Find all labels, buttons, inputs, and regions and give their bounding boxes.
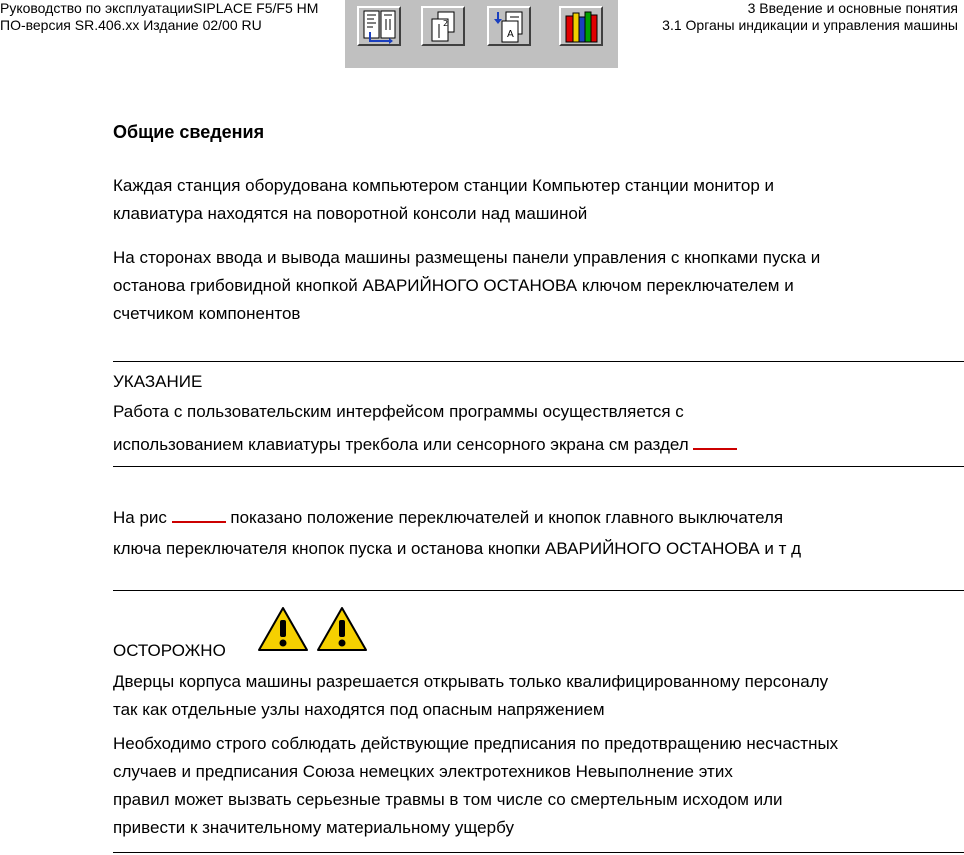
caution-line: Дверцы корпуса машины разрешается открыв… (113, 672, 829, 691)
library-button[interactable] (559, 6, 603, 46)
caution-line: так как отдельные узлы находятся под опа… (113, 700, 605, 719)
warning-triangle-icon (258, 607, 308, 651)
note-line: использованием клавиатуры трекбола или с… (113, 430, 738, 459)
figure-ref-text: На рис (113, 508, 172, 527)
divider (113, 852, 964, 853)
header-manual-title: Руководство по эксплуатацииSIPLACE F5/F5… (0, 0, 319, 16)
paragraph-line: На сторонах ввода и вывода машины размещ… (113, 248, 821, 267)
caution-label: ОСТОРОЖНО (113, 641, 226, 660)
navigation-toolbar: 2 A (345, 0, 618, 68)
caution-line: правил может вызвать серьезные травмы в … (113, 790, 783, 809)
section-title: Общие сведения (113, 122, 265, 142)
pages-icon: 2 (431, 11, 455, 42)
header-version: ПО-версия SR.406.xx Издание 02/00 RU (0, 17, 262, 33)
caution-line: случаев и предписания Союза немецких эле… (113, 762, 733, 781)
figure-ref-text: показано положение переключателей и кноп… (225, 508, 784, 527)
note-line: Работа с пользовательским интерфейсом пр… (113, 402, 684, 421)
index-button[interactable]: A (487, 6, 531, 46)
paragraph-line: клавиатура находятся на поворотной консо… (113, 204, 588, 223)
divider (113, 590, 964, 591)
divider (113, 466, 964, 467)
svg-text:A: A (507, 29, 514, 40)
caution-line: привести к значительному материальному у… (113, 818, 514, 837)
note-label: УКАЗАНИЕ (113, 372, 203, 391)
section-cross-reference-link[interactable] (693, 430, 738, 450)
pages-button[interactable]: 2 (421, 6, 465, 46)
figure-cross-reference-link[interactable] (171, 503, 226, 523)
note-text: использованием клавиатуры трекбола или с… (113, 435, 694, 454)
paragraph-line: останова грибовидной кнопкой АВАРИЙНОГО … (113, 276, 794, 295)
caution-line: Необходимо строго соблюдать действующие … (113, 734, 839, 753)
svg-text:2: 2 (443, 19, 448, 28)
figure-ref-line: На рис показано положение переключателей… (113, 503, 783, 532)
paragraph-line: Каждая станция оборудована компьютером с… (113, 176, 775, 195)
paragraph-line: счетчиком компонентов (113, 304, 301, 323)
warning-triangle-icon (317, 607, 367, 651)
figure-ref-line: ключа переключателя кнопок пуска и остан… (113, 539, 802, 558)
divider (113, 361, 964, 362)
header-chapter: 3 Введение и основные понятия (747, 0, 958, 16)
index-icon: A (494, 11, 523, 43)
library-icon (565, 11, 598, 43)
toc-icon (363, 10, 396, 44)
header-section: 3.1 Органы индикации и управления машины (662, 17, 958, 33)
toc-button[interactable] (357, 6, 401, 46)
